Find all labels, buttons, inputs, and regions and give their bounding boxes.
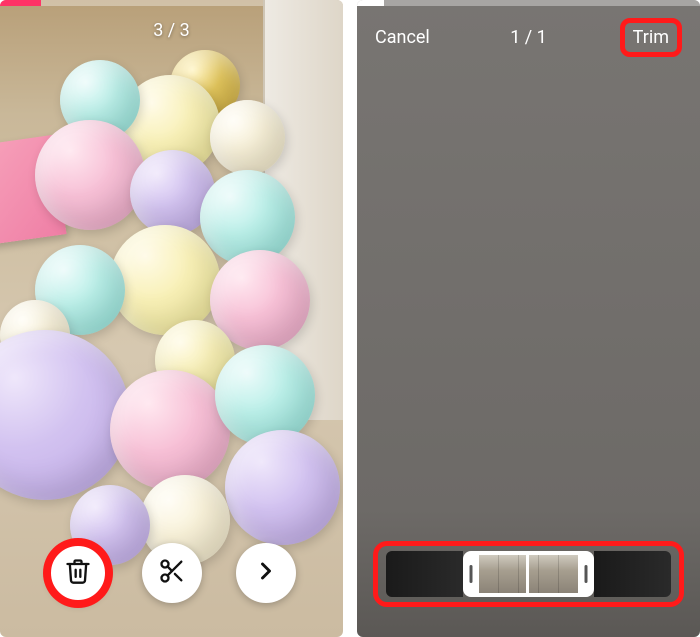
trash-icon (64, 557, 92, 589)
trim-timeline[interactable] (386, 551, 671, 597)
progress-fill (357, 0, 384, 6)
balloon (215, 345, 315, 445)
timeline-thumbnail (559, 555, 578, 593)
progress-bar (357, 0, 700, 6)
timeline-outside-right (594, 551, 671, 597)
trim-clip-button[interactable] (142, 543, 202, 603)
timeline-thumbnail (499, 555, 519, 593)
balloon (0, 330, 130, 500)
chevron-right-icon (252, 557, 280, 589)
scissors-icon (158, 557, 186, 589)
balloon (110, 225, 220, 335)
balloon (225, 430, 340, 545)
cancel-button[interactable]: Cancel (375, 27, 430, 48)
trim-topbar: Cancel 1 / 1 Trim (357, 18, 700, 57)
trim-screen: Cancel 1 / 1 Trim (357, 0, 700, 637)
story-clip-screen: 3 / 3 (0, 0, 343, 637)
clip-action-bar (0, 543, 343, 603)
balloon (110, 370, 230, 490)
balloon (210, 100, 285, 175)
balloon (35, 120, 145, 230)
story-clip-preview[interactable] (0, 0, 343, 637)
timeline-thumbnail (539, 555, 559, 593)
trim-timeline-highlight (373, 541, 684, 607)
timeline-thumbnail (519, 555, 539, 593)
timeline-outside-left (386, 551, 463, 597)
timeline-thumbnail (479, 555, 499, 593)
trim-handle-left[interactable] (463, 551, 479, 597)
trim-confirm-button[interactable]: Trim (620, 18, 682, 57)
trim-handle-right[interactable] (578, 551, 594, 597)
delete-clip-button[interactable] (48, 543, 108, 603)
clip-counter: 1 / 1 (510, 27, 547, 48)
next-button[interactable] (236, 543, 296, 603)
playhead[interactable] (526, 551, 529, 597)
